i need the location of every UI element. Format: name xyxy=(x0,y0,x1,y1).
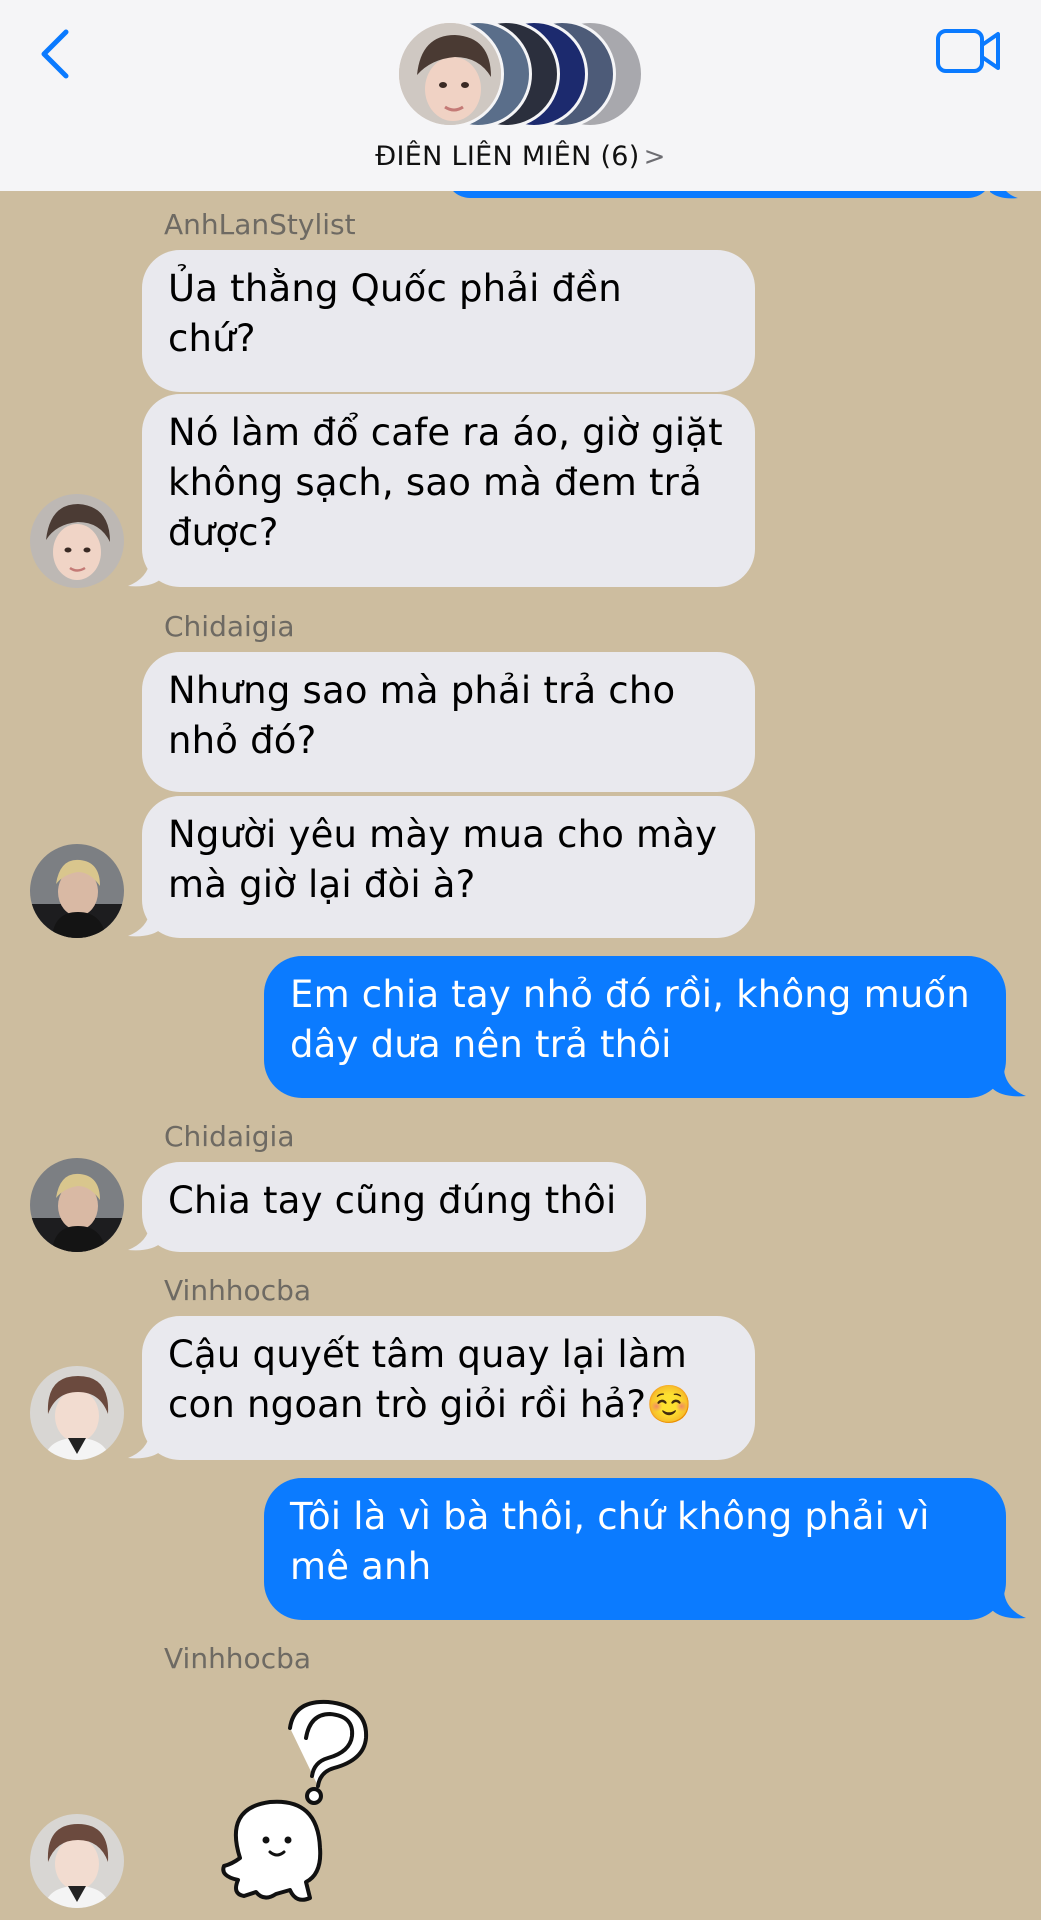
chat-header: ĐIÊN LIÊN MIÊN (6) > xyxy=(0,0,1041,191)
video-call-button[interactable] xyxy=(935,28,1001,74)
group-title[interactable]: ĐIÊN LIÊN MIÊN (6) > xyxy=(0,141,1041,172)
received-message-bubble[interactable]: Nhưng sao mà phải trả cho nhỏ đó? xyxy=(142,652,755,792)
avatar[interactable] xyxy=(30,494,124,588)
group-avatar-stack[interactable] xyxy=(396,20,646,130)
confused-ghost-sticker[interactable] xyxy=(210,1698,380,1908)
avatar[interactable] xyxy=(30,844,124,938)
sender-name: AnhLanStylist xyxy=(164,208,356,241)
received-message-bubble[interactable]: Nó làm đổ cafe ra áo, giờ giặt không sạc… xyxy=(142,394,755,587)
avatar[interactable] xyxy=(30,1158,124,1252)
back-button[interactable] xyxy=(36,26,76,82)
bubble-tail xyxy=(128,910,162,937)
avatar[interactable] xyxy=(30,1814,124,1908)
received-message-bubble[interactable]: Người yêu mày mua cho mày mà giờ lại đòi… xyxy=(142,796,755,938)
video-camera-icon xyxy=(936,29,1000,73)
sender-name: Chidaigia xyxy=(164,1120,295,1153)
bubble-tail xyxy=(128,1432,162,1459)
group-name: ĐIÊN LIÊN MIÊN (6) xyxy=(375,141,640,172)
received-message-bubble[interactable]: Cậu quyết tâm quay lại làm con ngoan trò… xyxy=(142,1316,755,1460)
bubble-tail xyxy=(128,560,162,587)
sender-name: Chidaigia xyxy=(164,610,295,643)
received-message-bubble[interactable]: Chia tay cũng đúng thôi xyxy=(142,1162,646,1252)
bubble-tail xyxy=(992,1592,1026,1619)
chevron-left-icon xyxy=(41,29,69,79)
sender-name: Vinhhocba xyxy=(164,1642,312,1675)
chevron-right-icon: > xyxy=(643,142,666,172)
sender-name: Vinhhocba xyxy=(164,1274,312,1307)
received-message-bubble[interactable]: Ủa thằng Quốc phải đền chứ? xyxy=(142,250,755,392)
sent-message-bubble[interactable]: Em chia tay nhỏ đó rồi, không muốn dây d… xyxy=(264,956,1006,1098)
avatar[interactable] xyxy=(30,1366,124,1460)
bubble-tail xyxy=(992,1070,1026,1097)
member-avatar xyxy=(396,20,504,128)
sent-message-bubble[interactable]: Tôi là vì bà thôi, chứ không phải vì mê … xyxy=(264,1478,1006,1620)
bubble-tail xyxy=(128,1224,162,1251)
